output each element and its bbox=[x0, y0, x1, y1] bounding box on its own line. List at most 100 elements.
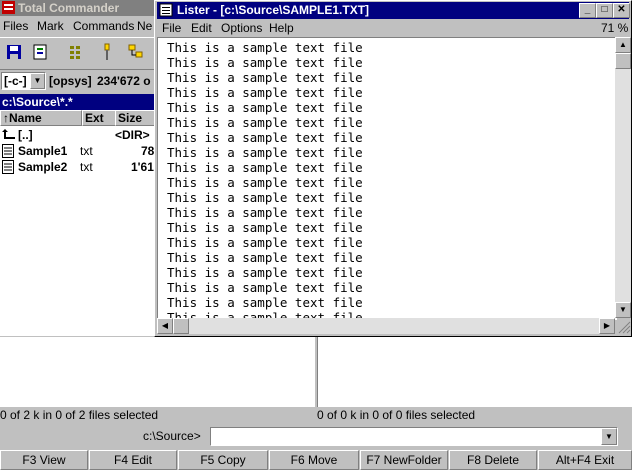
text-line: This is a sample text file bbox=[167, 130, 363, 145]
menu-commands[interactable]: Commands bbox=[73, 19, 134, 33]
tc-menu-bar: Files Mark Commands Ne bbox=[0, 17, 155, 36]
scroll-up-icon[interactable]: ▲ bbox=[615, 37, 631, 53]
left-path-bar[interactable]: c:\Source\*.* bbox=[0, 94, 155, 110]
scroll-percent: 71 % bbox=[601, 21, 629, 35]
menu-net[interactable]: Ne bbox=[137, 19, 152, 33]
tc-title-text: Total Commander bbox=[18, 1, 120, 15]
text-line: This is a sample text file bbox=[167, 295, 363, 310]
cmd-prompt: c:\Source> bbox=[143, 429, 201, 443]
text-line: This is a sample text file bbox=[167, 115, 363, 130]
maximize-icon: □ bbox=[601, 4, 608, 15]
volume-label: [opsys] bbox=[49, 74, 92, 88]
right-panel-lower[interactable] bbox=[317, 337, 632, 407]
file-name: Sample1 bbox=[18, 144, 68, 158]
file-size: 78 bbox=[141, 144, 155, 158]
lister-text-area[interactable]: This is a sample text file This is a samp… bbox=[157, 37, 617, 320]
text-line: This is a sample text file bbox=[167, 250, 363, 265]
text-line: This is a sample text file bbox=[167, 280, 363, 295]
brief-view-button[interactable] bbox=[67, 42, 89, 64]
file-name: Sample2 bbox=[18, 160, 68, 174]
command-input[interactable]: ▼ bbox=[210, 427, 618, 446]
f3-view-button[interactable]: F3 View bbox=[0, 450, 88, 470]
file-ext: txt bbox=[80, 160, 93, 174]
vertical-scrollbar[interactable]: ▲ ▼ bbox=[615, 37, 631, 318]
right-status-text: 0 of 0 k in 0 of 0 files selected bbox=[317, 408, 476, 422]
text-line: This is a sample text file bbox=[167, 205, 363, 220]
column-header: ↑Name Ext Size bbox=[0, 110, 157, 126]
text-line: This is a sample text file bbox=[167, 220, 363, 235]
lister-title-text: Lister - [c:\Source\SAMPLE1.TXT] bbox=[177, 3, 370, 17]
scroll-down-icon[interactable]: ▼ bbox=[615, 302, 631, 318]
f7-newfolder-button[interactable]: F7 NewFolder bbox=[360, 450, 448, 470]
path-text: c:\Source\*.* bbox=[2, 95, 73, 109]
floppy-icon bbox=[7, 45, 21, 59]
text-line: This is a sample text file bbox=[167, 70, 363, 85]
menu-files[interactable]: Files bbox=[3, 19, 28, 33]
tc-app-icon bbox=[2, 1, 15, 14]
text-line: This is a sample text file bbox=[167, 85, 363, 100]
function-key-bar: F3 View F4 Edit F5 Copy F6 Move F7 NewFo… bbox=[0, 450, 632, 470]
chevron-down-icon[interactable]: ▼ bbox=[30, 73, 45, 89]
file-size: 1'61 bbox=[131, 160, 154, 174]
left-status-text: 0 of 2 k in 0 of 2 files selected bbox=[0, 408, 159, 422]
text-line: This is a sample text file bbox=[167, 190, 363, 205]
text-line: This is a sample text file bbox=[167, 100, 363, 115]
file-ext: txt bbox=[80, 144, 93, 158]
full-view-button[interactable] bbox=[97, 42, 119, 64]
col-name[interactable]: ↑Name bbox=[0, 110, 82, 126]
list-item[interactable]: Sample2 txt 1'61 bbox=[0, 159, 155, 175]
text-file-icon bbox=[2, 144, 14, 158]
chevron-down-icon[interactable]: ▼ bbox=[601, 428, 617, 445]
drive-row: [-c-] ▼ [opsys] 234'672 o bbox=[0, 70, 155, 92]
lister-menu-edit[interactable]: Edit bbox=[191, 21, 212, 35]
lister-menu-file[interactable]: File bbox=[162, 21, 181, 35]
resize-grip-icon[interactable] bbox=[615, 318, 631, 334]
scroll-left-icon[interactable]: ◀ bbox=[157, 318, 173, 334]
left-panel-lower[interactable] bbox=[0, 337, 315, 407]
list-item[interactable]: Sample1 txt 78 bbox=[0, 143, 155, 159]
file-size: <DIR> bbox=[115, 128, 150, 142]
hscroll-thumb[interactable] bbox=[173, 318, 189, 334]
f8-delete-button[interactable]: F8 Delete bbox=[449, 450, 537, 470]
text-line: This is a sample text file bbox=[167, 235, 363, 250]
lister-menu-bar: File Edit Options Help 71 % bbox=[157, 20, 629, 37]
f6-move-button[interactable]: F6 Move bbox=[269, 450, 359, 470]
close-button[interactable]: ✕ bbox=[613, 3, 630, 18]
file-name: [..] bbox=[18, 128, 33, 142]
lister-app-icon bbox=[159, 3, 173, 17]
exit-button[interactable]: Alt+F4 Exit bbox=[538, 450, 632, 470]
menu-mark[interactable]: Mark bbox=[37, 19, 64, 33]
horizontal-scrollbar[interactable]: ◀ ▶ bbox=[157, 318, 615, 334]
tc-title-bar[interactable]: Total Commander bbox=[0, 0, 155, 16]
text-line: This is a sample text file bbox=[167, 265, 363, 280]
grid-icon bbox=[70, 46, 80, 59]
text-line: This is a sample text file bbox=[167, 145, 363, 160]
lister-menu-help[interactable]: Help bbox=[269, 21, 294, 35]
tree-view-button[interactable] bbox=[30, 42, 52, 64]
list-item[interactable]: [..] <DIR> bbox=[0, 127, 155, 143]
folder-tree-icon bbox=[128, 44, 143, 58]
refresh-button[interactable] bbox=[4, 42, 26, 64]
f4-edit-button[interactable]: F4 Edit bbox=[89, 450, 177, 470]
free-space: 234'672 o bbox=[97, 74, 151, 88]
pin-icon bbox=[104, 43, 110, 60]
col-size[interactable]: Size bbox=[115, 110, 157, 126]
drive-value: [-c-] bbox=[4, 74, 27, 88]
minimize-button[interactable]: _ bbox=[579, 3, 596, 18]
minimize-icon: _ bbox=[584, 4, 591, 15]
maximize-button[interactable]: □ bbox=[596, 3, 613, 18]
tree-icon bbox=[33, 44, 47, 60]
text-line: This is a sample text file bbox=[167, 55, 363, 70]
lister-title-bar[interactable]: Lister - [c:\Source\SAMPLE1.TXT] _ □ ✕ bbox=[157, 2, 630, 19]
drive-select[interactable]: [-c-] ▼ bbox=[1, 72, 46, 90]
left-file-list[interactable]: [..] <DIR> Sample1 txt 78 Sample2 txt 1'… bbox=[0, 126, 155, 336]
tree-panel-button[interactable] bbox=[126, 42, 148, 64]
up-dir-icon bbox=[2, 129, 15, 139]
f5-copy-button[interactable]: F5 Copy bbox=[178, 450, 268, 470]
lister-menu-options[interactable]: Options bbox=[221, 21, 262, 35]
scroll-right-icon[interactable]: ▶ bbox=[599, 318, 615, 334]
scroll-thumb[interactable] bbox=[615, 53, 631, 69]
command-line: c:\Source> ▼ bbox=[0, 426, 632, 448]
text-line: This is a sample text file bbox=[167, 175, 363, 190]
col-ext[interactable]: Ext bbox=[82, 110, 116, 126]
